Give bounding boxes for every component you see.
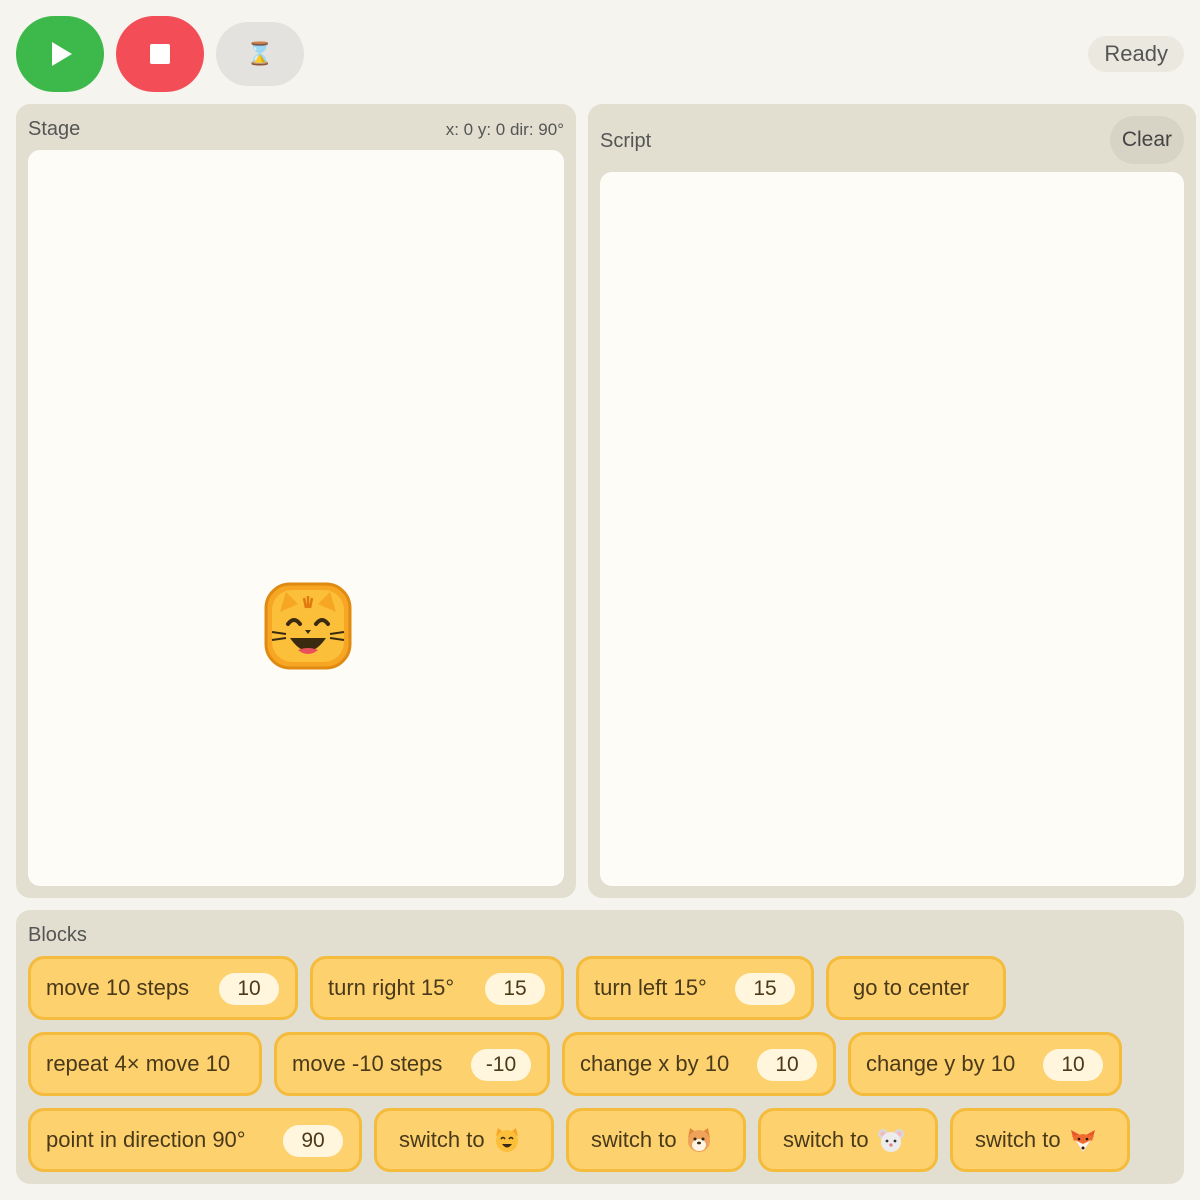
block-switch-fox[interactable]: switch to	[950, 1108, 1130, 1172]
script-panel: Script Clear	[588, 104, 1196, 898]
step-button[interactable]: ⌛	[216, 22, 304, 86]
block-switch-cat[interactable]: switch to	[374, 1108, 554, 1172]
fox-face-icon	[1070, 1130, 1095, 1152]
play-icon	[52, 42, 72, 66]
block-switch-dog[interactable]: switch to	[566, 1108, 746, 1172]
blocks-palette: Blocks move 10 steps 10 turn right 15° 1…	[16, 910, 1184, 1184]
block-value[interactable]: 10	[757, 1049, 817, 1081]
mouse-face-icon	[877, 1129, 904, 1152]
block-value[interactable]: 90	[283, 1125, 343, 1157]
cat-face-icon[interactable]	[264, 582, 352, 670]
blocks-title: Blocks	[28, 924, 87, 946]
dog-face-icon	[687, 1128, 710, 1152]
block-turn-right[interactable]: turn right 15° 15	[310, 956, 564, 1020]
block-turn-left[interactable]: turn left 15° 15	[576, 956, 814, 1020]
block-value[interactable]: 10	[219, 973, 279, 1005]
stage-title: Stage	[28, 118, 81, 140]
script-area[interactable]	[600, 172, 1184, 886]
stage-canvas[interactable]	[28, 150, 564, 886]
cat-face-icon	[495, 1128, 518, 1152]
block-repeat-4[interactable]: repeat 4× move 10	[28, 1032, 262, 1096]
block-point-direction[interactable]: point in direction 90° 90	[28, 1108, 362, 1172]
block-value[interactable]: 15	[485, 973, 545, 1005]
block-move-10[interactable]: move 10 steps 10	[28, 956, 298, 1020]
script-title: Script	[600, 130, 652, 152]
stop-button[interactable]	[116, 16, 204, 92]
block-value[interactable]: 10	[1043, 1049, 1103, 1081]
go-button[interactable]	[16, 16, 104, 92]
block-switch-mouse[interactable]: switch to	[758, 1108, 938, 1172]
hourglass-icon: ⌛	[246, 41, 274, 67]
stage-panel: Stage x: 0 y: 0 dir: 90°	[16, 104, 576, 898]
block-move-minus-10[interactable]: move -10 steps -10	[274, 1032, 550, 1096]
block-change-x[interactable]: change x by 10 10	[562, 1032, 836, 1096]
sprite-coordinates: x: 0 y: 0 dir: 90°	[445, 120, 564, 139]
block-value[interactable]: 15	[735, 973, 795, 1005]
block-value[interactable]: -10	[471, 1049, 531, 1081]
status-badge: Ready	[1088, 36, 1184, 72]
stop-icon	[150, 44, 170, 64]
block-go-to-center[interactable]: go to center	[826, 956, 1006, 1020]
clear-button[interactable]: Clear	[1109, 116, 1184, 164]
toolbar: ⌛ Ready	[16, 16, 1184, 92]
block-change-y[interactable]: change y by 10 10	[848, 1032, 1122, 1096]
